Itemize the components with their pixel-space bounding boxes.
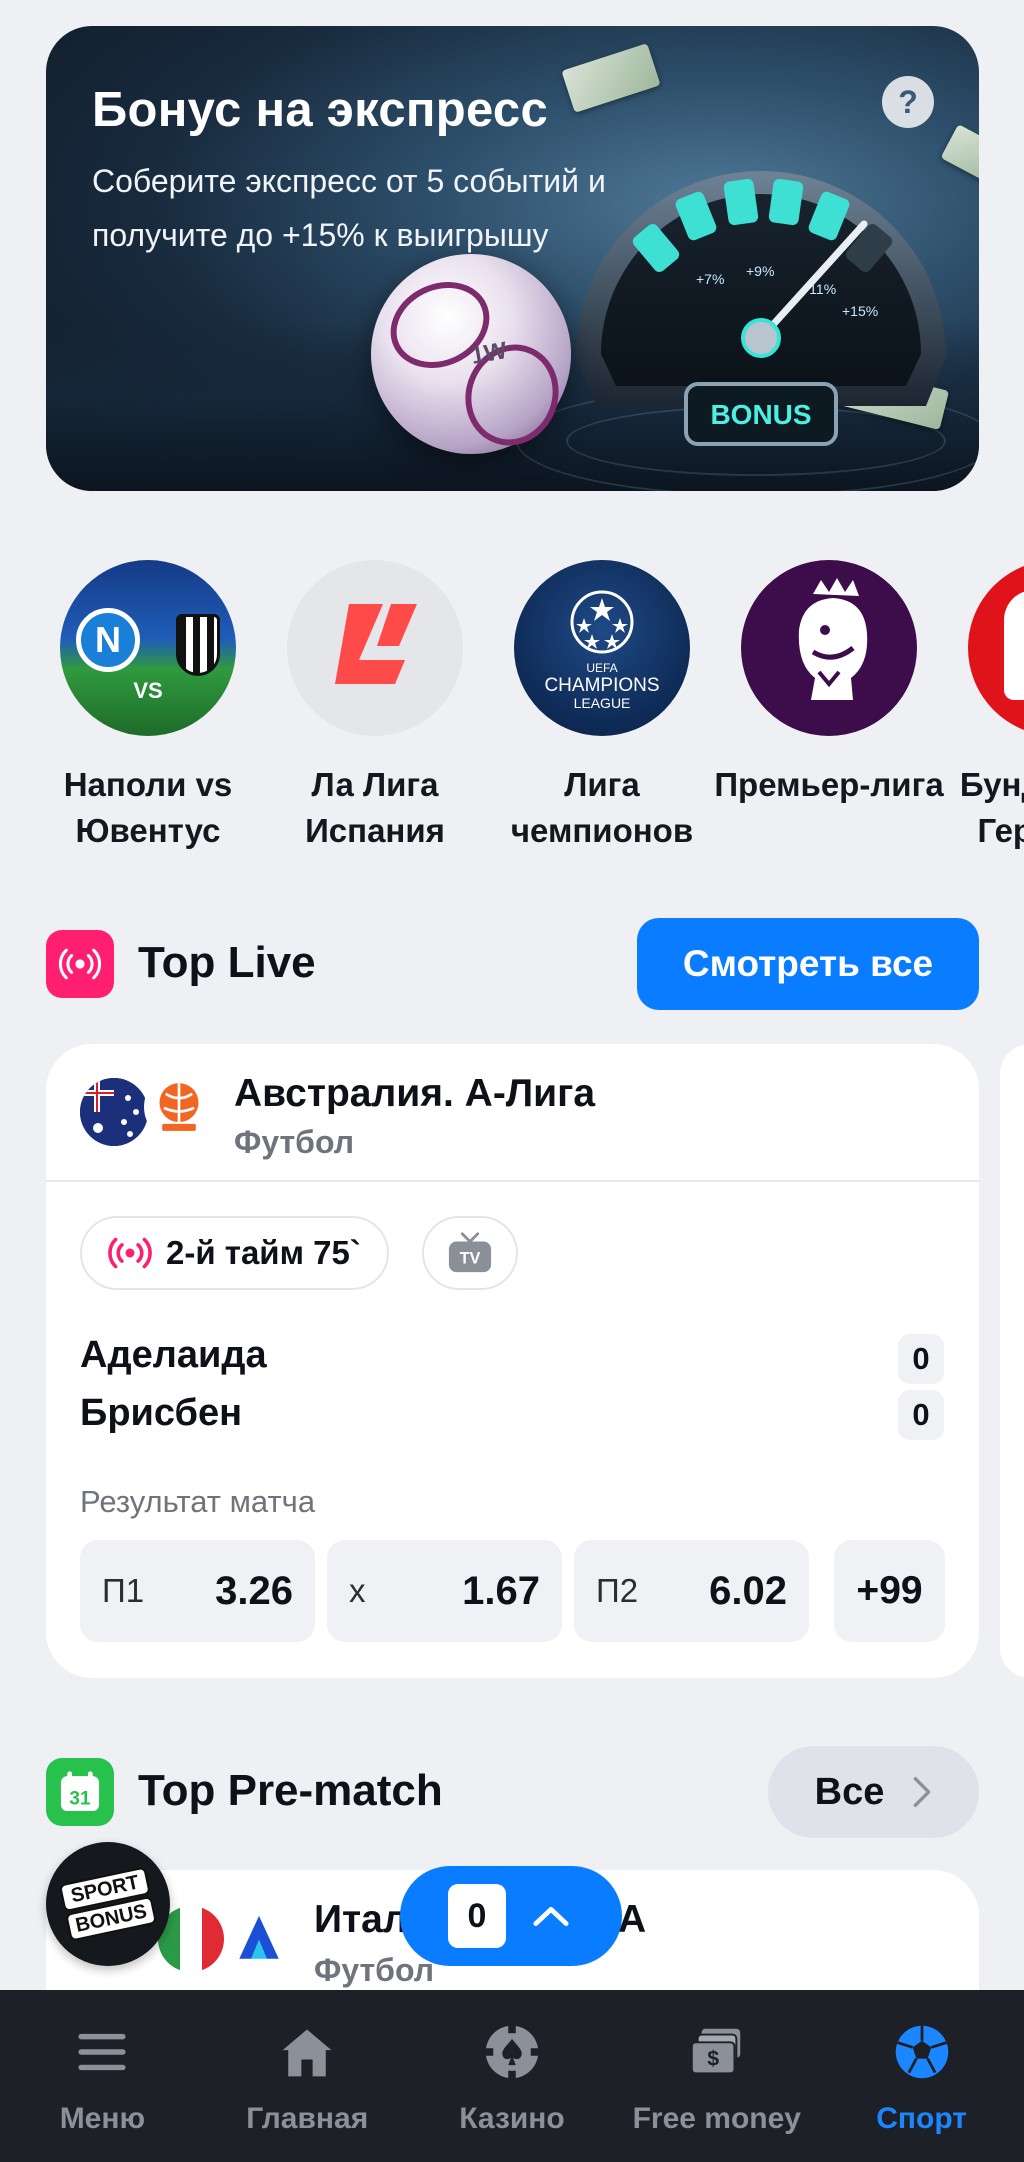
svg-text:UEFA: UEFA [586,661,617,675]
casino-chip-icon [480,2020,544,2084]
chevron-up-icon [533,1906,569,1926]
svg-text:LEAGUE: LEAGUE [574,695,631,711]
svg-text:$: $ [707,2047,719,2071]
away-team-name: Брисбен [80,1392,243,1434]
tv-stream-button[interactable]: TV [422,1216,518,1290]
soccer-ball-icon [890,2020,954,2084]
napoli-juventus-image: N VS [60,560,236,736]
live-indicator-icon [108,1237,152,1269]
prematch-sport-label: Футбол [314,1952,435,1988]
serie-a-logo [224,1904,294,1974]
champions-league-logo: UEFA CHAMPIONS LEAGUE [514,560,690,736]
premier-league-logo [741,560,917,736]
more-markets-button[interactable]: +99 [834,1540,945,1642]
story-la-liga[interactable]: Ла Лига Испания [260,560,490,854]
nav-item-sport[interactable]: Спорт [819,1990,1024,2162]
market-title: Результат матча [80,1484,316,1519]
competition-title: Австралия. А-Лига [234,1072,596,1115]
bundesliga-logo [968,560,1024,736]
away-score: 0 [898,1390,944,1440]
odd-away-win-button[interactable]: П2 6.02 [574,1540,809,1642]
svg-text:+7%: +7% [696,271,724,287]
chevron-right-icon [914,1776,931,1807]
napoli-logo: N [76,608,140,672]
betslip-count: 0 [448,1884,506,1948]
home-score: 0 [898,1334,944,1384]
story-premier-league[interactable]: Премьер-лига [714,560,944,808]
soccer-ball-image: 1W [371,254,571,454]
live-match-card[interactable]: Австралия. А-Лига Футбол 2-й тайм 75` TV… [46,1044,979,1678]
nav-item-free-money[interactable]: $ Free money [614,1990,819,2162]
prematch-competition-title-end: А [618,1898,647,1941]
story-napoli-juventus[interactable]: N VS Наполи vs Ювентус [33,560,263,854]
league-label: Премьер-лига [714,766,944,803]
league-label: Лига чемпионов [510,766,694,849]
league-label: Ла Лига Испания [305,766,445,849]
top-prematch-title: Top Pre-match [138,1766,443,1815]
home-team-name: Аделаида [80,1334,267,1376]
svg-text:BONUS: BONUS [710,399,811,430]
svg-text:CHAMPIONS: CHAMPIONS [544,675,659,696]
menu-icon [70,2020,134,2084]
banner-description: Соберите экспресс от 5 событий и получит… [92,163,606,253]
a-league-logo [144,1072,214,1142]
card-header: Австралия. А-Лига Футбол [46,1044,979,1182]
story-champions-league[interactable]: UEFA CHAMPIONS LEAGUE Лига чемпионов [487,560,717,854]
league-label: Бундеслига Германия [959,766,1024,849]
match-status-text: 2-й тайм 75` [166,1234,361,1271]
story-bundesliga[interactable]: Бундеслига Германия [941,560,1024,854]
match-status-pill: 2-й тайм 75` [80,1216,389,1290]
nav-item-menu[interactable]: Меню [0,1990,205,2162]
calendar-icon: 31 [46,1758,114,1826]
odd-home-win-button[interactable]: П1 3.26 [80,1540,315,1642]
nav-item-casino[interactable]: Казино [410,1990,615,2162]
banner-title: Бонус на экспресс [92,83,549,137]
help-button[interactable]: ? [882,76,934,128]
league-stories: N VS Наполи vs Ювентус Ла Лига Испания U… [0,560,1024,860]
nav-item-home[interactable]: Главная [205,1990,410,2162]
sport-bonus-badge: SPORT BONUS [58,1865,158,1944]
sport-label: Футбол [234,1124,355,1160]
league-label: Наполи vs Ювентус [63,766,233,849]
svg-text:31: 31 [69,1789,91,1810]
betslip-button[interactable]: 0 [400,1866,622,1966]
top-live-title: Top Live [138,938,316,987]
money-icon: $ [685,2020,749,2084]
see-all-live-button[interactable]: Смотреть все [637,918,979,1010]
la-liga-logo [287,560,463,736]
all-prematch-button[interactable]: Все [768,1746,979,1838]
svg-text:TV: TV [460,1250,481,1268]
home-icon [275,2020,339,2084]
odd-draw-button[interactable]: х 1.67 [327,1540,562,1642]
sport-bonus-button[interactable]: SPORT BONUS [46,1842,170,1966]
live-broadcast-icon [46,930,114,998]
svg-text:+15%: +15% [842,303,878,319]
sport-page: +7% +9% +11% +15% BONUS 1W Бонус на эксп… [0,0,1024,2162]
bottom-navigation: Меню Главная Казино $ Free money Спорт [0,1990,1024,2162]
banknote-image [561,43,661,113]
prematch-competition-title: Итал [314,1898,408,1941]
next-card-peek[interactable] [1000,1044,1024,1678]
juventus-logo [176,614,220,676]
svg-text:+9%: +9% [746,263,774,279]
tv-icon: TV [448,1232,492,1273]
australia-flag-icon [80,1078,148,1146]
express-bonus-banner[interactable]: +7% +9% +11% +15% BONUS 1W Бонус на эксп… [46,26,979,491]
